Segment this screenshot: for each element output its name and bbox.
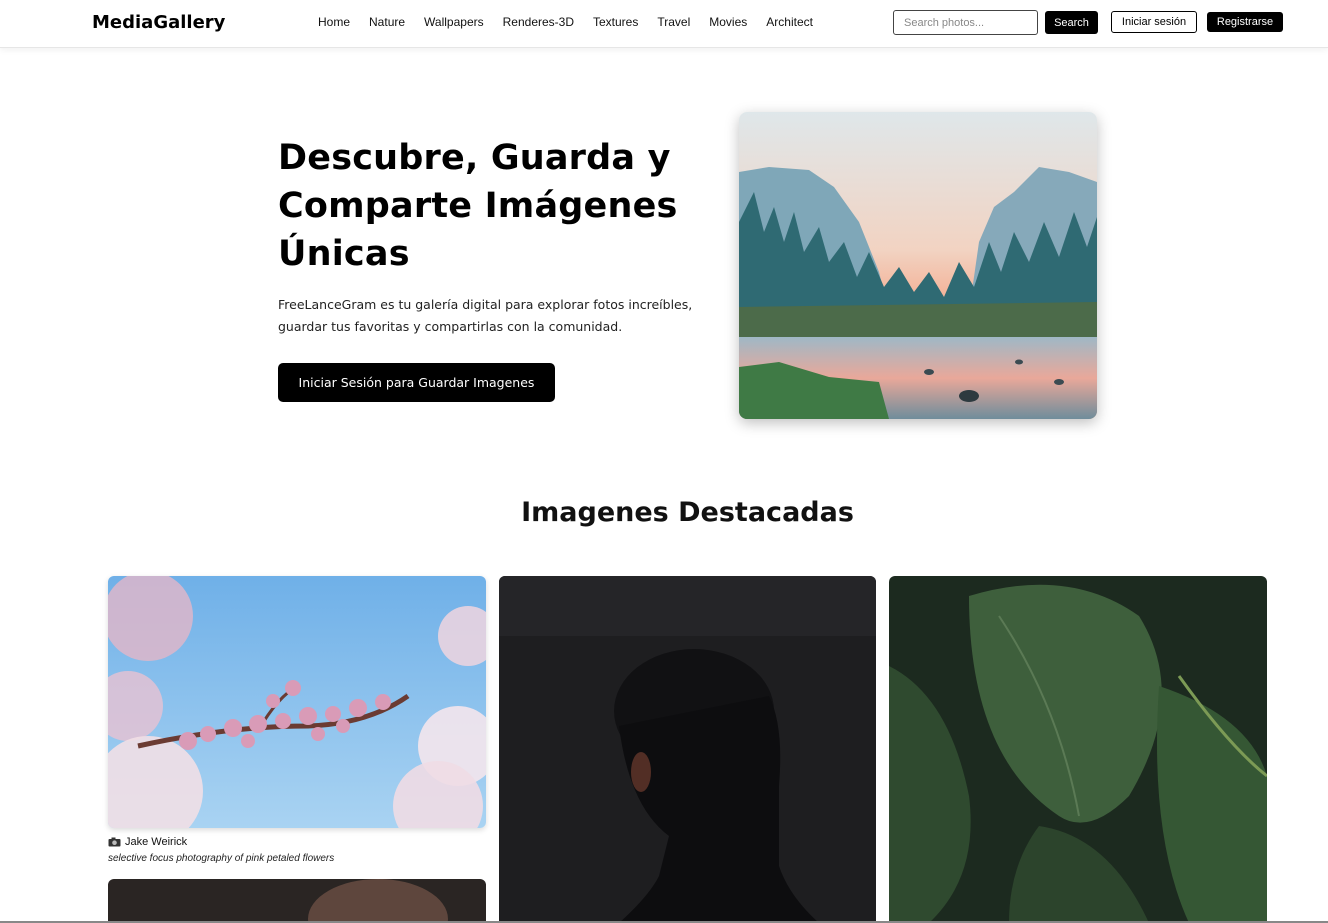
main-nav: Home Nature Wallpapers Renderes-3D Textu… [318, 15, 832, 29]
nav-architect[interactable]: Architect [766, 15, 813, 29]
nav-travel[interactable]: Travel [657, 15, 690, 29]
nav-renderes-3d[interactable]: Renderes-3D [503, 15, 574, 29]
register-button[interactable]: Registrarse [1207, 12, 1283, 32]
site-logo[interactable]: MediaGallery [92, 12, 225, 33]
featured-image-leaves[interactable] [889, 576, 1267, 923]
card-author-name: Jake Weirick [125, 836, 188, 848]
site-header: MediaGallery Home Nature Wallpapers Rend… [0, 0, 1328, 48]
featured-image-silhouette[interactable] [499, 576, 876, 923]
camera-icon [108, 837, 121, 847]
hero-title: Descubre, Guarda y Comparte Imágenes Úni… [278, 138, 678, 274]
card-author: Jake Weirick [108, 836, 187, 848]
nav-movies[interactable]: Movies [709, 15, 747, 29]
hero-description: FreeLanceGram es tu galería digital para… [278, 297, 693, 334]
hero-login-cta-button[interactable]: Iniciar Sesión para Guardar Imagenes [278, 363, 555, 402]
nav-textures[interactable]: Textures [593, 15, 638, 29]
nav-wallpapers[interactable]: Wallpapers [424, 15, 484, 29]
featured-image-partial[interactable] [108, 879, 486, 923]
search-input[interactable] [893, 10, 1038, 35]
nav-nature[interactable]: Nature [369, 15, 405, 29]
login-button[interactable]: Iniciar sesión [1111, 11, 1197, 33]
featured-image-pink-flowers[interactable] [108, 576, 486, 828]
search-button[interactable]: Search [1045, 11, 1098, 34]
card-description: selective focus photography of pink peta… [108, 853, 335, 864]
nav-home[interactable]: Home [318, 15, 350, 29]
hero-landscape-image [739, 112, 1097, 419]
featured-section-title: Imagenes Destacadas [521, 497, 854, 528]
